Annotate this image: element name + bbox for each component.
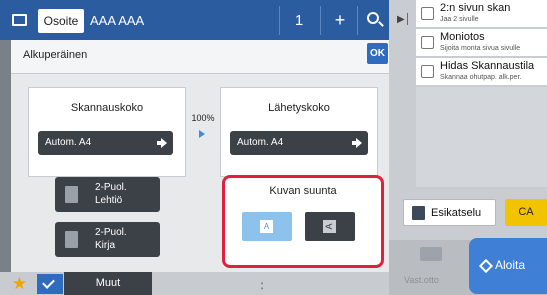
- scan-size-dropdown[interactable]: Autom. A4: [38, 131, 173, 155]
- start-button[interactable]: Aloita: [469, 238, 547, 294]
- scan-size-title: Skannauskoko: [70, 102, 144, 114]
- ok-button[interactable]: OK: [367, 43, 388, 64]
- book-icon: [65, 231, 78, 248]
- check-button[interactable]: [37, 274, 63, 294]
- divider: [320, 6, 321, 35]
- portrait-page-icon: A: [260, 220, 273, 233]
- side-item-multi-shot[interactable]: Moniotos Sijoita monta sivua sivulle: [416, 29, 547, 57]
- address-value[interactable]: AAA AAA: [90, 10, 270, 32]
- preview-button[interactable]: Esikatselu: [403, 199, 496, 226]
- receive-button[interactable]: Vast.otto: [402, 240, 464, 290]
- arrow-right-icon: [199, 130, 205, 138]
- duplex-tablet-button[interactable]: 2-Puol. Lehtiö: [55, 177, 160, 212]
- search-button[interactable]: [360, 7, 388, 34]
- ratio-label: 100%: [191, 113, 215, 123]
- side-item-two-page-scan[interactable]: 2:n sivun skan Jaa 2 sivulle: [416, 0, 547, 28]
- clear-all-button[interactable]: CA: [505, 199, 547, 226]
- favorites-star-icon[interactable]: ★: [9, 274, 30, 294]
- address-book-button[interactable]: [4, 7, 34, 33]
- preview-icon: [412, 206, 425, 220]
- send-size-dropdown[interactable]: Autom. A4: [230, 131, 368, 155]
- send-size-title: Lähetyskoko: [268, 102, 330, 114]
- collapse-arrow-icon[interactable]: ▶│: [397, 13, 411, 27]
- arrow-right-icon: [157, 138, 167, 148]
- address-book-icon: [12, 14, 27, 26]
- address-label[interactable]: Osoite: [38, 9, 84, 33]
- divider: [357, 6, 358, 35]
- side-item-slow-scan[interactable]: Hidas Skannaustila Skannaa ohutpap. alk.…: [416, 58, 547, 86]
- duplex-book-button[interactable]: 2-Puol. Kirja: [55, 222, 160, 257]
- receive-icon: [420, 247, 442, 261]
- image-orientation-title: Kuvan suunta: [269, 185, 337, 197]
- drag-handle-icon[interactable]: • •: [259, 280, 265, 293]
- rotated-page-icon: A: [323, 220, 336, 233]
- other-button[interactable]: Muut: [64, 272, 152, 295]
- checkbox[interactable]: [421, 36, 434, 49]
- start-icon: [478, 258, 494, 274]
- orientation-rotated-button[interactable]: A: [305, 212, 355, 241]
- dialog-title: Alkuperäinen: [23, 49, 88, 61]
- checkbox[interactable]: [421, 7, 434, 20]
- checkbox[interactable]: [421, 65, 434, 78]
- destination-count: 1: [294, 12, 304, 29]
- background-edge: [0, 40, 11, 272]
- divider: [279, 6, 280, 35]
- orientation-upright-button[interactable]: A: [242, 212, 292, 241]
- arrow-right-icon: [352, 138, 362, 148]
- check-icon: [42, 276, 55, 289]
- side-panel-empty-area: [416, 87, 547, 187]
- tablet-icon: [65, 186, 78, 203]
- add-destination-button[interactable]: +: [324, 7, 356, 34]
